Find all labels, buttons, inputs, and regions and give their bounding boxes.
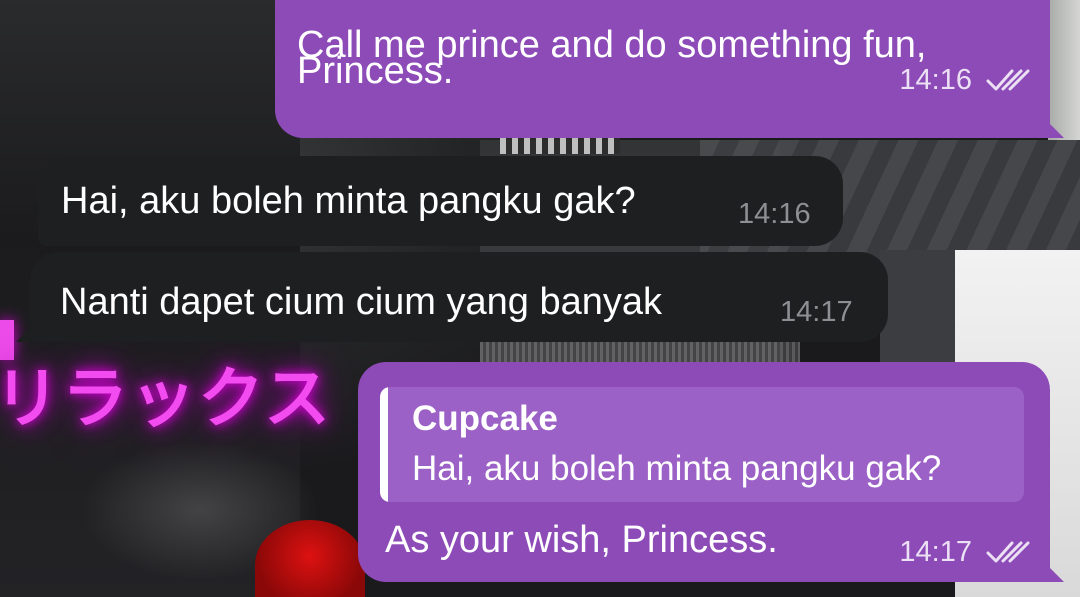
double-check-icon	[986, 541, 1030, 563]
outgoing-reply-message-bubble[interactable]: Cupcake Hai, aku boleh minta pangku gak?…	[358, 362, 1064, 582]
message-time: 14:16	[738, 198, 811, 230]
wallpaper-red-object	[255, 520, 365, 597]
message-text: Nanti dapet cium cium yang banyak	[60, 281, 662, 323]
reply-quote[interactable]: Cupcake Hai, aku boleh minta pangku gak?	[380, 387, 1024, 502]
reply-quote-sender: Cupcake	[412, 399, 558, 438]
wallpaper-pipe	[1048, 0, 1080, 140]
message-text-line-2: Princess.	[297, 50, 454, 92]
message-text: As your wish, Princess.	[385, 519, 778, 561]
incoming-message-bubble[interactable]: Hai, aku boleh minta pangku gak? 14:16	[38, 156, 843, 246]
message-time: 14:17	[780, 296, 853, 328]
wallpaper-neon-sign: リラックス	[0, 360, 333, 437]
double-check-icon	[986, 69, 1030, 91]
reply-quote-text: Hai, aku boleh minta pangku gak?	[412, 449, 942, 488]
incoming-message-bubble[interactable]: Nanti dapet cium cium yang banyak 14:17	[16, 252, 888, 342]
message-text: Hai, aku boleh minta pangku gak?	[61, 180, 636, 222]
message-time: 14:16	[899, 64, 972, 96]
wallpaper-blinds	[480, 342, 800, 364]
reply-quote-bar	[380, 387, 388, 502]
outgoing-message-bubble[interactable]: Call me prince and do something fun, Pri…	[275, 0, 1064, 138]
wallpaper-block	[880, 250, 960, 370]
message-time: 14:17	[899, 536, 972, 568]
